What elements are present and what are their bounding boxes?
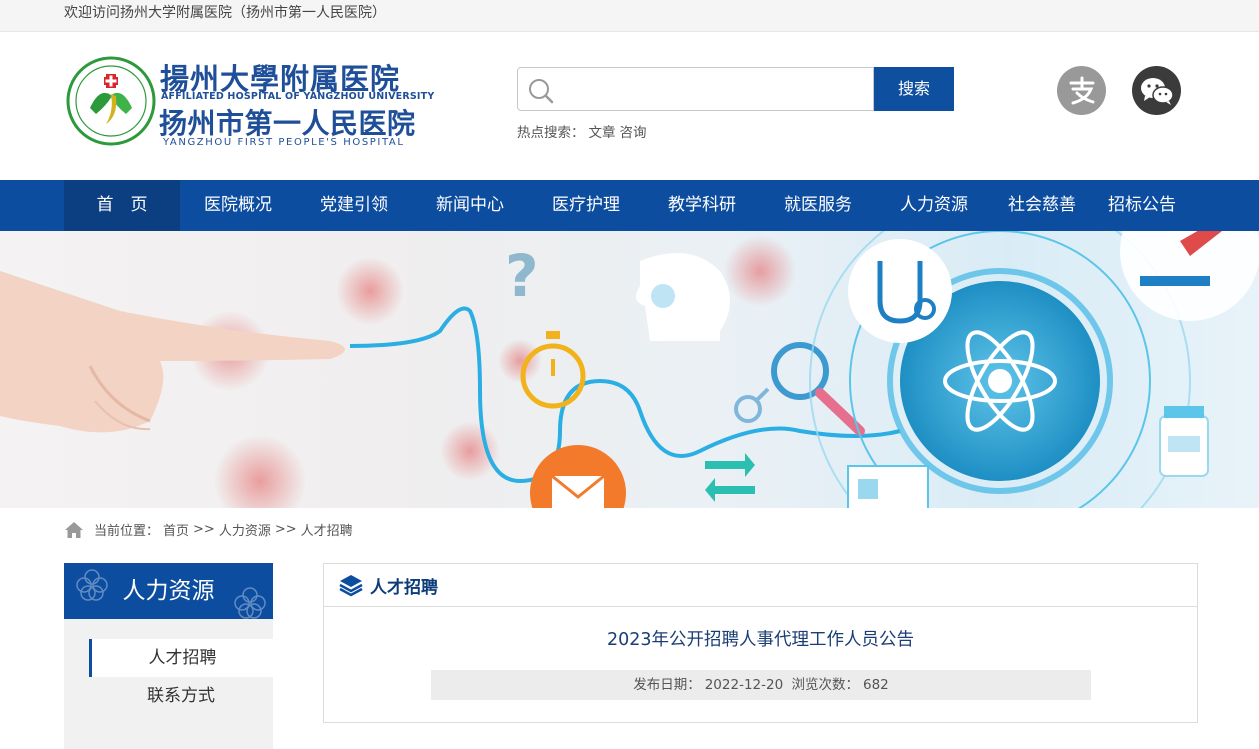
flower-decoration-icon <box>234 587 266 619</box>
logo-name-en-1: AFFILIATED HOSPITAL OF YANGZHOU UNIVERSI… <box>161 91 435 102</box>
nav-item-overview[interactable]: 医院概况 <box>180 180 296 231</box>
view-count: 682 <box>862 677 889 693</box>
article-meta: 发布日期： 2022-12-20 浏览次数： 682 <box>431 670 1091 700</box>
sidebar: 人力资源 人才招聘 联系方式 <box>64 563 273 749</box>
breadcrumb-label: 当前位置： <box>94 524 160 539</box>
sidebar-list: 人才招聘 联系方式 <box>64 619 273 749</box>
sidebar-title: 人力资源 <box>64 563 273 619</box>
nav-item-news[interactable]: 新闻中心 <box>412 180 528 231</box>
breadcrumb: 当前位置： 首页 >> 人力资源 >> 人才招聘 <box>64 520 357 539</box>
breadcrumb-home[interactable]: 首页 <box>163 520 189 539</box>
logo-name-cn-2: 扬州市第一人民医院 <box>159 107 416 140</box>
hot-search-term[interactable]: 咨询 <box>620 125 647 141</box>
nav-item-tenders[interactable]: 招标公告 <box>1092 180 1192 231</box>
logo-name-en-2: YANGZHOU FIRST PEOPLE'S HOSPITAL <box>163 137 405 148</box>
svg-text:?: ? <box>505 242 539 310</box>
nav-item-home[interactable]: 首 页 <box>64 180 180 231</box>
hospital-logo[interactable]: 揚州大學附属医院 AFFILIATED HOSPITAL OF YANGZHOU… <box>66 54 434 150</box>
top-welcome-bar: 欢迎访问扬州大学附属医院（扬州市第一人民医院） <box>0 0 1259 32</box>
hot-search-label: 热点搜索： <box>517 125 585 141</box>
breadcrumb-separator: >> <box>193 522 215 537</box>
date-label: 发布日期： <box>633 677 701 693</box>
search-box[interactable] <box>517 67 874 111</box>
sidebar-item-contact[interactable]: 联系方式 <box>89 677 273 715</box>
section-header: 人才招聘 <box>324 564 1197 607</box>
sidebar-item-recruitment[interactable]: 人才招聘 <box>89 639 273 677</box>
hot-search: 热点搜索： 文章 咨询 <box>517 121 651 141</box>
article-panel: 人才招聘 2023年公开招聘人事代理工作人员公告 发布日期： 2022-12-20… <box>323 563 1198 723</box>
breadcrumb-current[interactable]: 人才招聘 <box>301 520 353 539</box>
publish-date: 2022-12-20 <box>704 677 784 693</box>
nav-item-medical[interactable]: 医疗护理 <box>528 180 644 231</box>
alipay-icon <box>1069 76 1094 104</box>
main-nav: 首 页 医院概况 党建引领 新闻中心 医疗护理 教学科研 就医服务 人力资源 社… <box>0 180 1259 231</box>
hospital-emblem-icon <box>66 56 156 146</box>
hero-banner: ? <box>0 231 1259 508</box>
home-icon <box>65 521 83 538</box>
nav-item-party[interactable]: 党建引领 <box>296 180 412 231</box>
layers-icon <box>339 575 363 597</box>
nav-item-charity[interactable]: 社会慈善 <box>992 180 1092 231</box>
breadcrumb-hr[interactable]: 人力资源 <box>219 520 271 539</box>
breadcrumb-separator: >> <box>274 522 297 537</box>
nav-item-services[interactable]: 就医服务 <box>760 180 876 231</box>
banner-illustration: ? <box>0 231 1259 508</box>
hot-search-term[interactable]: 文章 <box>589 125 616 141</box>
welcome-text: 欢迎访问扬州大学附属医院（扬州市第一人民医院） <box>64 5 386 21</box>
sidebar-title-text: 人力资源 <box>122 578 215 604</box>
section-title: 人才招聘 <box>370 577 438 598</box>
alipay-button[interactable] <box>1057 66 1106 115</box>
flower-decoration-icon <box>76 569 108 601</box>
search-button[interactable]: 搜索 <box>874 67 954 111</box>
article-title: 2023年公开招聘人事代理工作人员公告 <box>606 630 915 650</box>
views-label: 浏览次数： <box>791 677 859 693</box>
nav-item-teaching[interactable]: 教学科研 <box>644 180 760 231</box>
wechat-icon <box>1140 77 1174 105</box>
search-icon <box>529 79 554 104</box>
nav-item-hr[interactable]: 人力资源 <box>876 180 992 231</box>
wechat-button[interactable] <box>1132 66 1181 115</box>
search-input[interactable] <box>562 72 862 106</box>
header: 揚州大學附属医院 AFFILIATED HOSPITAL OF YANGZHOU… <box>0 32 1259 180</box>
